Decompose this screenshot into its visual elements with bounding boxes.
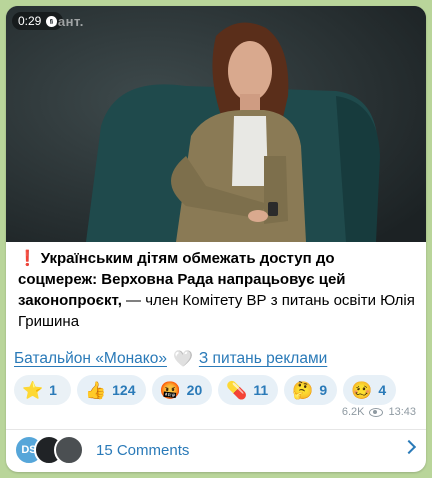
message-time: 13:43 [388, 406, 416, 418]
reaction-thinking[interactable]: 🤔 9 [284, 375, 338, 405]
footer-links: Батальйон «Монако» 🤍 З питань реклами [14, 349, 327, 369]
reaction-angry[interactable]: 🤬 20 [151, 375, 213, 405]
reaction-count: 1 [49, 382, 57, 398]
pill-icon: 💊 [226, 380, 248, 400]
reaction-count: 20 [186, 382, 203, 398]
thinking-face-icon: 🤔 [292, 380, 314, 400]
message-meta: 6.2K 13:43 [342, 406, 416, 418]
reaction-count: 9 [319, 382, 328, 398]
divider [6, 429, 426, 430]
video-frame-image [6, 6, 426, 242]
exclamation-icon: ❗ [18, 250, 37, 267]
commenter-avatars: DS [14, 435, 84, 465]
watermark-text: сант. [50, 14, 84, 29]
comments-label: 15 Comments [96, 441, 190, 459]
eye-icon [369, 407, 384, 417]
reaction-count: 4 [378, 382, 387, 398]
message-text: ❗ Українським дітям обмежать доступ до со… [18, 248, 416, 332]
reaction-count: 124 [112, 382, 136, 398]
duration-text: 0:29 [18, 14, 42, 28]
woozy-face-icon: 🥴 [351, 380, 373, 400]
channel-link[interactable]: Батальйон «Монако» [14, 350, 167, 368]
heart-icon: 🤍 [172, 351, 193, 369]
star-icon: ⭐ [22, 380, 44, 400]
comments-button[interactable]: DS 15 Comments [14, 434, 418, 466]
reaction-woozy[interactable]: 🥴 4 [343, 375, 397, 405]
chevron-right-icon [401, 439, 417, 455]
avatar [54, 435, 84, 465]
thumbs-up-icon: 👍 [84, 380, 107, 400]
channel-watermark: сант. [50, 14, 84, 29]
ads-link[interactable]: З питань реклами [199, 350, 327, 368]
message-bubble: 0:29 сант. ❗ Українським дітям обмежать д… [6, 6, 426, 472]
view-count: 6.2K [341, 406, 365, 418]
reaction-thumbs-up[interactable]: 👍 124 [76, 375, 146, 405]
video-preview[interactable]: 0:29 сант. [6, 6, 426, 242]
reactions-bar: ⭐ 1 👍 124 🤬 20 💊 11 🤔 9 🥴 4 [14, 375, 397, 405]
reaction-star[interactable]: ⭐ 1 [14, 375, 71, 405]
angry-face-icon: 🤬 [159, 380, 181, 400]
reaction-count: 11 [253, 382, 269, 398]
reaction-pill[interactable]: 💊 11 [218, 375, 279, 405]
